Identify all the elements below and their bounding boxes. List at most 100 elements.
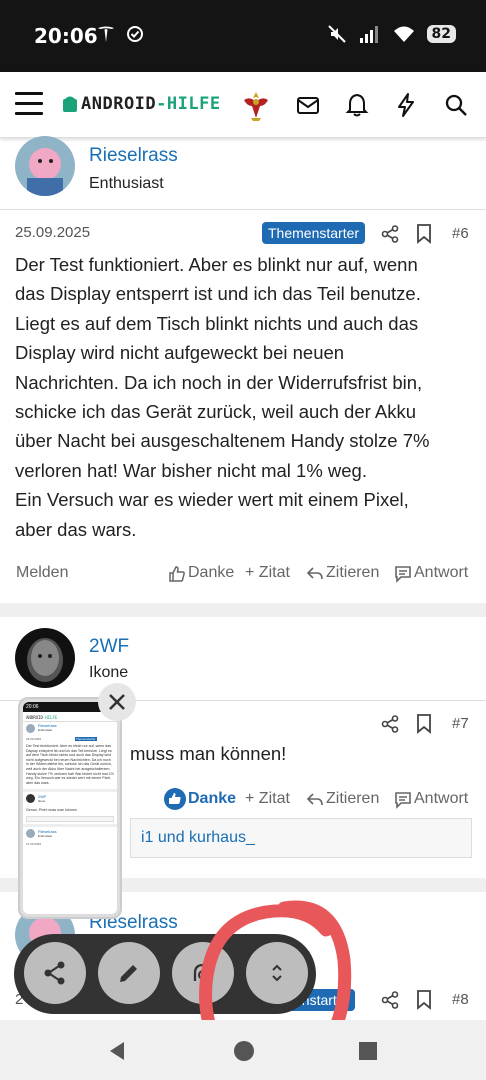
share-icon[interactable] (381, 225, 399, 243)
mute-icon (327, 25, 346, 43)
signal-icon (359, 26, 378, 43)
pip-avatar2 (26, 794, 35, 804)
post-body: muss man können! (130, 743, 287, 764)
post-username[interactable]: Rieselrass (89, 145, 178, 167)
add-quote-button[interactable]: + Zitat (245, 564, 290, 582)
post-date[interactable]: 25.09.2025 (15, 224, 90, 241)
home-icon[interactable] (232, 1039, 256, 1063)
bookmark-icon[interactable] (416, 714, 432, 734)
close-icon (109, 694, 125, 710)
pip-user-title: Enthusiast (38, 728, 53, 732)
reply-arrow-icon[interactable] (306, 791, 324, 809)
reactions-summary[interactable]: i1 und kurhaus_ (130, 818, 472, 858)
pip-date3: 27.09.2025 (26, 842, 42, 847)
bell-icon[interactable] (344, 92, 370, 118)
android-logo-icon (63, 96, 77, 112)
screenshot-preview[interactable]: 20:06 ANDROID-HILFE Rieselrass Enthusias… (18, 697, 122, 919)
pip-post2-header: 2WF Ikone (23, 792, 117, 806)
battery-indicator: 82 (426, 25, 456, 43)
thanks-button[interactable]: Danke (188, 564, 234, 582)
garuda-emblem-icon (244, 92, 268, 121)
pip-logo-a: ANDROID (26, 715, 43, 720)
post-line: Liegt es auf dem Tisch blinkt nichts und… (15, 312, 419, 334)
thumbs-up-icon[interactable] (168, 565, 186, 583)
pip-user-title2: Ikone (38, 799, 46, 804)
thanks-button[interactable]: Danke (188, 790, 236, 808)
pip-post-header: Rieselrass Enthusiast (23, 722, 117, 736)
quote-button[interactable]: Zitieren (326, 564, 379, 582)
pip-post-text: Der Test funktioniert. Aber es blinkt nu… (26, 744, 114, 785)
post-separator (0, 603, 486, 617)
post-meta-row: 25.09.2025 Themenstarter #6 (0, 215, 486, 255)
post-line: Display wird nicht aufgeweckt bei neuen (15, 342, 345, 364)
share-screenshot-button[interactable] (24, 942, 86, 1004)
thumbs-up-filled-icon[interactable] (164, 788, 186, 810)
pencil-icon (120, 965, 137, 982)
add-quote-button[interactable]: + Zitat (245, 790, 290, 808)
lightning-icon[interactable] (393, 92, 419, 118)
bookmark-icon[interactable] (416, 224, 432, 244)
divider (0, 209, 486, 210)
post-user-title: Ikone (89, 664, 129, 681)
reply-button[interactable]: Antwort (414, 564, 468, 582)
pip-meta: 25.09.2025 Themenstarter (23, 736, 117, 744)
status-time: 20:06 (34, 24, 98, 48)
post-actions: Melden Danke + Zitat Zitieren Antwort (0, 560, 486, 590)
quote-button[interactable]: Zitieren (326, 790, 379, 808)
share-icon[interactable] (381, 991, 399, 1009)
screenshot-thumbnail: 20:06 ANDROID-HILFE Rieselrass Enthusias… (23, 702, 117, 914)
logo-text-android: ANDROID (81, 94, 157, 114)
bookmark-icon[interactable] (416, 990, 432, 1010)
close-preview-button[interactable] (98, 683, 136, 721)
logo-text-hilfe: -HILFE (156, 94, 221, 114)
pip-user-title3: Enthusiast (38, 834, 53, 839)
share-icon[interactable] (381, 715, 399, 733)
pip-meta3: 27.09.2025 (23, 841, 117, 849)
pip-post3-header: Rieselrass Enthusiast (23, 827, 117, 841)
tesla-icon (98, 26, 114, 42)
check-circle-icon (127, 26, 143, 42)
post-line: Nachrichten. Da ich noch in der Widerruf… (15, 371, 423, 393)
post-body: Der Test funktioniert. Aber es blinkt nu… (15, 250, 475, 544)
comment-icon[interactable] (394, 565, 412, 583)
status-notification-icons (96, 24, 144, 44)
search-icon[interactable] (443, 92, 469, 118)
post-line: das Display entsperrt ist und ich das Te… (15, 283, 421, 305)
status-bar: 20:06 82 (0, 0, 486, 72)
post-line: verloren hat! War bisher nicht mal 1% we… (15, 459, 367, 481)
post-number[interactable]: #7 (452, 715, 469, 732)
back-icon[interactable] (106, 1039, 130, 1063)
avatar[interactable] (15, 136, 75, 196)
starter-badge: Themenstarter (262, 222, 366, 244)
post-number[interactable]: #8 (452, 991, 469, 1008)
reply-button[interactable]: Antwort (414, 790, 468, 808)
post-line: schicke ich das Gerät zurück, weil auch … (15, 401, 417, 423)
reply-arrow-icon[interactable] (306, 565, 324, 583)
post-line: Ein Versuch war es wieder wert mit einem… (15, 489, 409, 511)
recents-icon[interactable] (357, 1040, 379, 1062)
post-line: über Nacht bei ausgeschaltenem Handy sto… (15, 430, 430, 452)
system-nav-bar (0, 1020, 486, 1080)
report-link[interactable]: Melden (16, 564, 68, 582)
pip-badge: Themenstarter (75, 737, 97, 741)
pip-post2-text: Genau. Pixel muss man können (26, 808, 77, 813)
status-system-icons: 82 (327, 24, 456, 44)
pip-date: 25.09.2025 (26, 737, 42, 741)
post-number[interactable]: #6 (452, 225, 469, 242)
mail-icon[interactable] (295, 92, 321, 118)
avatar[interactable] (15, 628, 75, 688)
site-logo[interactable]: ANDROID -HILFE (62, 94, 221, 114)
post-line: aber das wars. (15, 518, 137, 540)
pip-avatar (26, 724, 35, 733)
app-bar: ANDROID -HILFE (0, 72, 486, 138)
share-icon (44, 961, 65, 985)
menu-icon[interactable] (15, 92, 43, 116)
pip-avatar3 (26, 829, 35, 839)
post-line: Der Test funktioniert. Aber es blinkt nu… (15, 254, 418, 275)
post-user-title: Enthusiast (89, 175, 164, 192)
comment-icon[interactable] (394, 791, 412, 809)
pip-reactions (26, 816, 114, 823)
pip-logo-b: -HILFE (42, 715, 58, 720)
post-username[interactable]: 2WF (89, 636, 129, 658)
edit-screenshot-button[interactable] (98, 942, 160, 1004)
